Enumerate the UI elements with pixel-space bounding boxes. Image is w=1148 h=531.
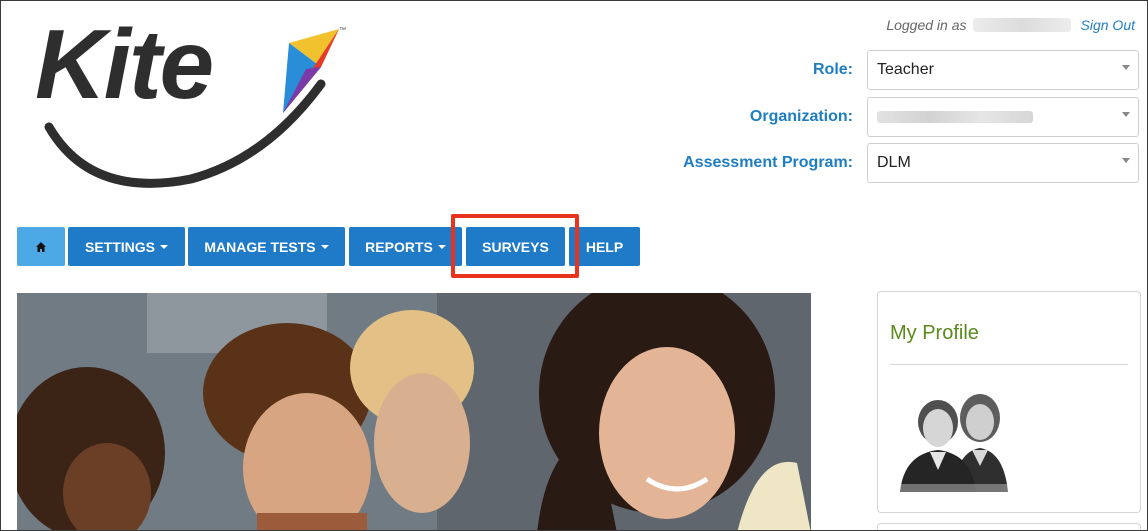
nav-reports-button[interactable]: REPORTS <box>349 227 462 266</box>
chevron-down-icon <box>1122 112 1130 117</box>
kite-logo: Kite ™ <box>21 9 351 188</box>
logo-text: Kite <box>35 9 214 119</box>
caret-down-icon <box>437 244 446 249</box>
caret-down-icon <box>320 244 329 249</box>
divider <box>890 364 1128 365</box>
role-select[interactable]: Teacher <box>867 50 1139 90</box>
my-profile-title[interactable]: My Profile <box>890 322 979 345</box>
assessment-program-row: Assessment Program: DLM <box>683 143 1139 183</box>
login-status: Logged in as Sign Out <box>886 17 1135 33</box>
organization-select[interactable] <box>867 97 1139 137</box>
nav-settings-button[interactable]: SETTINGS <box>68 227 185 266</box>
assessment-program-select[interactable]: DLM <box>867 143 1139 183</box>
users-icon[interactable] <box>894 388 1022 497</box>
hero-photo <box>17 293 811 530</box>
logged-in-label: Logged in as <box>886 17 967 33</box>
nav-settings-label: SETTINGS <box>84 238 155 255</box>
nav-manage-tests-button[interactable]: MANAGE TESTS <box>188 227 345 266</box>
secondary-panel <box>877 523 1141 530</box>
caret-down-icon <box>160 244 168 249</box>
organization-label: Organization: <box>749 108 853 125</box>
nav-reports-label: REPORTS <box>365 238 433 255</box>
role-row: Role: Teacher <box>813 50 1139 90</box>
chevron-down-icon <box>1122 65 1130 70</box>
role-label: Role: <box>813 61 853 78</box>
sign-out-link[interactable]: Sign Out <box>1081 17 1135 33</box>
hero-photo-illustration <box>17 293 811 530</box>
my-profile-panel: My Profile <box>877 291 1141 513</box>
nav-manage-tests-label: MANAGE TESTS <box>204 238 316 255</box>
page-frame: Kite ™ Logged in as Sign Out Role: Teache… <box>0 0 1148 531</box>
organization-row: Organization: <box>750 97 1139 137</box>
surveys-highlight-box <box>451 214 579 278</box>
assessment-program-value: DLM <box>877 154 911 171</box>
home-icon <box>36 241 46 252</box>
nav-home-button[interactable] <box>17 227 65 266</box>
username-redacted <box>972 18 1071 32</box>
role-value: Teacher <box>877 61 934 78</box>
organization-value-redacted <box>877 111 1033 123</box>
assessment-program-label: Assessment Program: <box>683 154 853 171</box>
chevron-down-icon <box>1122 158 1130 163</box>
nav-help-label: HELP <box>585 238 624 255</box>
trademark: ™ <box>339 27 346 34</box>
nav-help-button[interactable]: HELP <box>569 227 640 266</box>
